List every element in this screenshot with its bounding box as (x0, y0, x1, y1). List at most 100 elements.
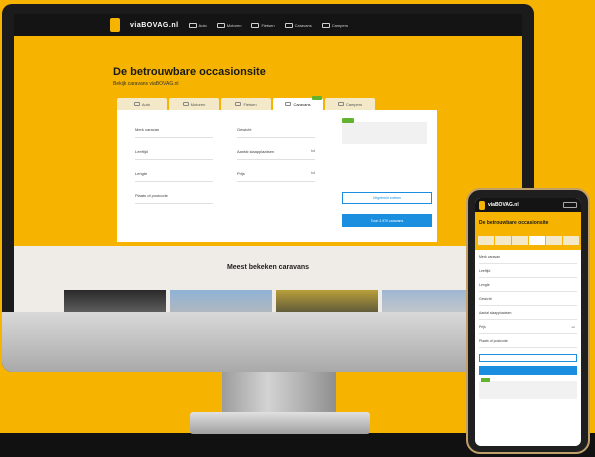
caravan-thumb[interactable] (276, 290, 378, 312)
field-label: Aantal slaapplaatsen (479, 311, 512, 315)
phone-logo-text[interactable]: viaBOVAG.nl (488, 202, 519, 208)
motorbike-icon (216, 22, 225, 28)
desktop-monitor: viaBOVAG.nl Auto Motoren Fietsen Caravan… (2, 4, 534, 372)
site-logo-icon[interactable] (479, 200, 485, 210)
phone-slaapplaatsen-field[interactable]: Aantal slaapplaatsen (479, 306, 577, 320)
nav-item-motoren[interactable]: Motoren (216, 22, 242, 28)
advanced-search-button[interactable]: Uitgebreid zoeken (342, 192, 432, 204)
search-panel: Merk caravan Leeftijd Lengte Plaats of p… (117, 110, 437, 242)
hero-section: De betrouwbare occasionsite Bekijk carav… (14, 36, 522, 246)
site-navbar: viaBOVAG.nl Auto Motoren Fietsen Caravan… (14, 14, 522, 36)
unit-label: tot (311, 149, 315, 153)
phone-merk-field[interactable]: Merk caravan (479, 250, 577, 264)
phone-tab[interactable] (512, 236, 528, 245)
caravan-thumb[interactable] (64, 290, 166, 312)
nav-item-auto[interactable]: Auto (188, 22, 207, 28)
nav-label: Fietsen (261, 22, 275, 28)
tab-motoren[interactable]: Motoren (169, 98, 219, 110)
phone-tabs (478, 236, 579, 245)
field-label: Lengte (479, 283, 490, 287)
field-label: Prijs (479, 325, 486, 329)
show-results-button[interactable]: Toon 2.970 caravans (342, 214, 432, 227)
nav-item-fietsen[interactable]: Fietsen (251, 22, 275, 28)
field-label: Gewicht (237, 127, 252, 132)
caravan-icon (285, 102, 292, 106)
plaats-field[interactable]: Plaats of postcode (135, 190, 213, 204)
vehicle-tabs: Auto Motoren Fietsen Caravans Campers (117, 98, 375, 110)
section-title: Meest bekeken caravans (226, 264, 310, 271)
lengte-field[interactable]: Lengte (135, 168, 213, 182)
camper-icon (337, 102, 344, 106)
slaapplaatsen-field[interactable]: Aantal slaapplaatsen tot (237, 146, 315, 160)
caravan-icon (284, 22, 293, 28)
hero-title: De betrouwbare occasionsite (113, 66, 266, 78)
car-icon (133, 102, 140, 106)
tab-label: Campers (345, 101, 363, 107)
monitor-screen: viaBOVAG.nl Auto Motoren Fietsen Caravan… (14, 14, 522, 312)
field-label: Lengte (135, 171, 148, 176)
phone-screen: viaBOVAG.nl De betrouwbare occasionsite … (475, 198, 581, 446)
site-logo-icon[interactable] (110, 18, 120, 32)
monitor-stand-base (190, 412, 370, 434)
leeftijd-field[interactable]: Leeftijd (135, 146, 213, 160)
phone-tab[interactable] (563, 236, 579, 245)
caravan-thumb[interactable] (170, 290, 272, 312)
car-icon (188, 22, 197, 28)
phone-tab[interactable] (495, 236, 511, 245)
prijs-field[interactable]: Prijs tot (237, 168, 315, 182)
monitor-chin (2, 312, 534, 372)
phone-advanced-search-button[interactable] (479, 354, 577, 362)
tab-fietsen[interactable]: Fietsen (221, 98, 271, 110)
field-label: Leeftijd (479, 269, 491, 273)
phone-leeftijd-field[interactable]: Leeftijd (479, 264, 577, 278)
phone-info-box (479, 378, 577, 399)
hero-subtitle: Bekijk caravans viaBOVAG.nl (113, 81, 179, 87)
field-label: Leeftijd (135, 149, 148, 154)
camper-icon (321, 22, 330, 28)
info-badge (481, 378, 490, 382)
phone-prijs-field[interactable]: Prijs tot (479, 320, 577, 334)
phone-title: De betrouwbare occasionsite (479, 220, 549, 226)
merk-field[interactable]: Merk caravan (135, 124, 213, 138)
unit-label: tot (571, 325, 575, 329)
gewicht-field[interactable]: Gewicht (237, 124, 315, 138)
bicycle-icon (251, 22, 260, 28)
field-label: Plaats of postcode (135, 193, 168, 198)
nav-label: Motoren (226, 22, 242, 28)
info-box (342, 122, 427, 144)
bicycle-icon (235, 102, 242, 106)
nav-item-campers[interactable]: Campers (321, 22, 348, 28)
motorbike-icon (182, 102, 189, 106)
phone-navbar: viaBOVAG.nl (475, 198, 581, 212)
phone-tab[interactable] (546, 236, 562, 245)
tab-label: Fietsen (243, 101, 257, 107)
menu-icon[interactable] (563, 202, 577, 208)
field-label: Plaats of postcode (479, 339, 508, 343)
field-label: Gewicht (479, 297, 492, 301)
new-badge (312, 96, 322, 100)
field-label: Merk caravan (135, 127, 160, 132)
afstand-field[interactable] (237, 190, 315, 204)
tab-label: Motoren (190, 101, 206, 107)
phone-show-results-button[interactable] (479, 366, 577, 375)
tab-auto[interactable]: Auto (117, 98, 167, 110)
nav-label: Campers (331, 22, 348, 28)
unit-label: tot (311, 171, 315, 175)
field-label: Aantal slaapplaatsen (237, 149, 275, 154)
phone-plaats-field[interactable]: Plaats of postcode (479, 334, 577, 348)
nav-item-caravans[interactable]: Caravans (284, 22, 312, 28)
info-badge (342, 118, 354, 123)
field-label: Merk caravan (479, 255, 501, 259)
phone-tab-caravans[interactable] (529, 236, 545, 245)
phone-lengte-field[interactable]: Lengte (479, 278, 577, 292)
popular-section: Meest bekeken caravans (14, 246, 522, 312)
phone-hero: De betrouwbare occasionsite (475, 212, 581, 250)
phone-tab[interactable] (478, 236, 494, 245)
tab-label: Auto (141, 101, 151, 107)
tab-label: Caravans (293, 101, 311, 107)
phone-gewicht-field[interactable]: Gewicht (479, 292, 577, 306)
site-logo-text[interactable]: viaBOVAG.nl (130, 22, 179, 29)
smartphone: viaBOVAG.nl De betrouwbare occasionsite … (466, 188, 590, 454)
nav-label: Auto (198, 22, 207, 28)
tab-campers[interactable]: Campers (325, 98, 375, 110)
